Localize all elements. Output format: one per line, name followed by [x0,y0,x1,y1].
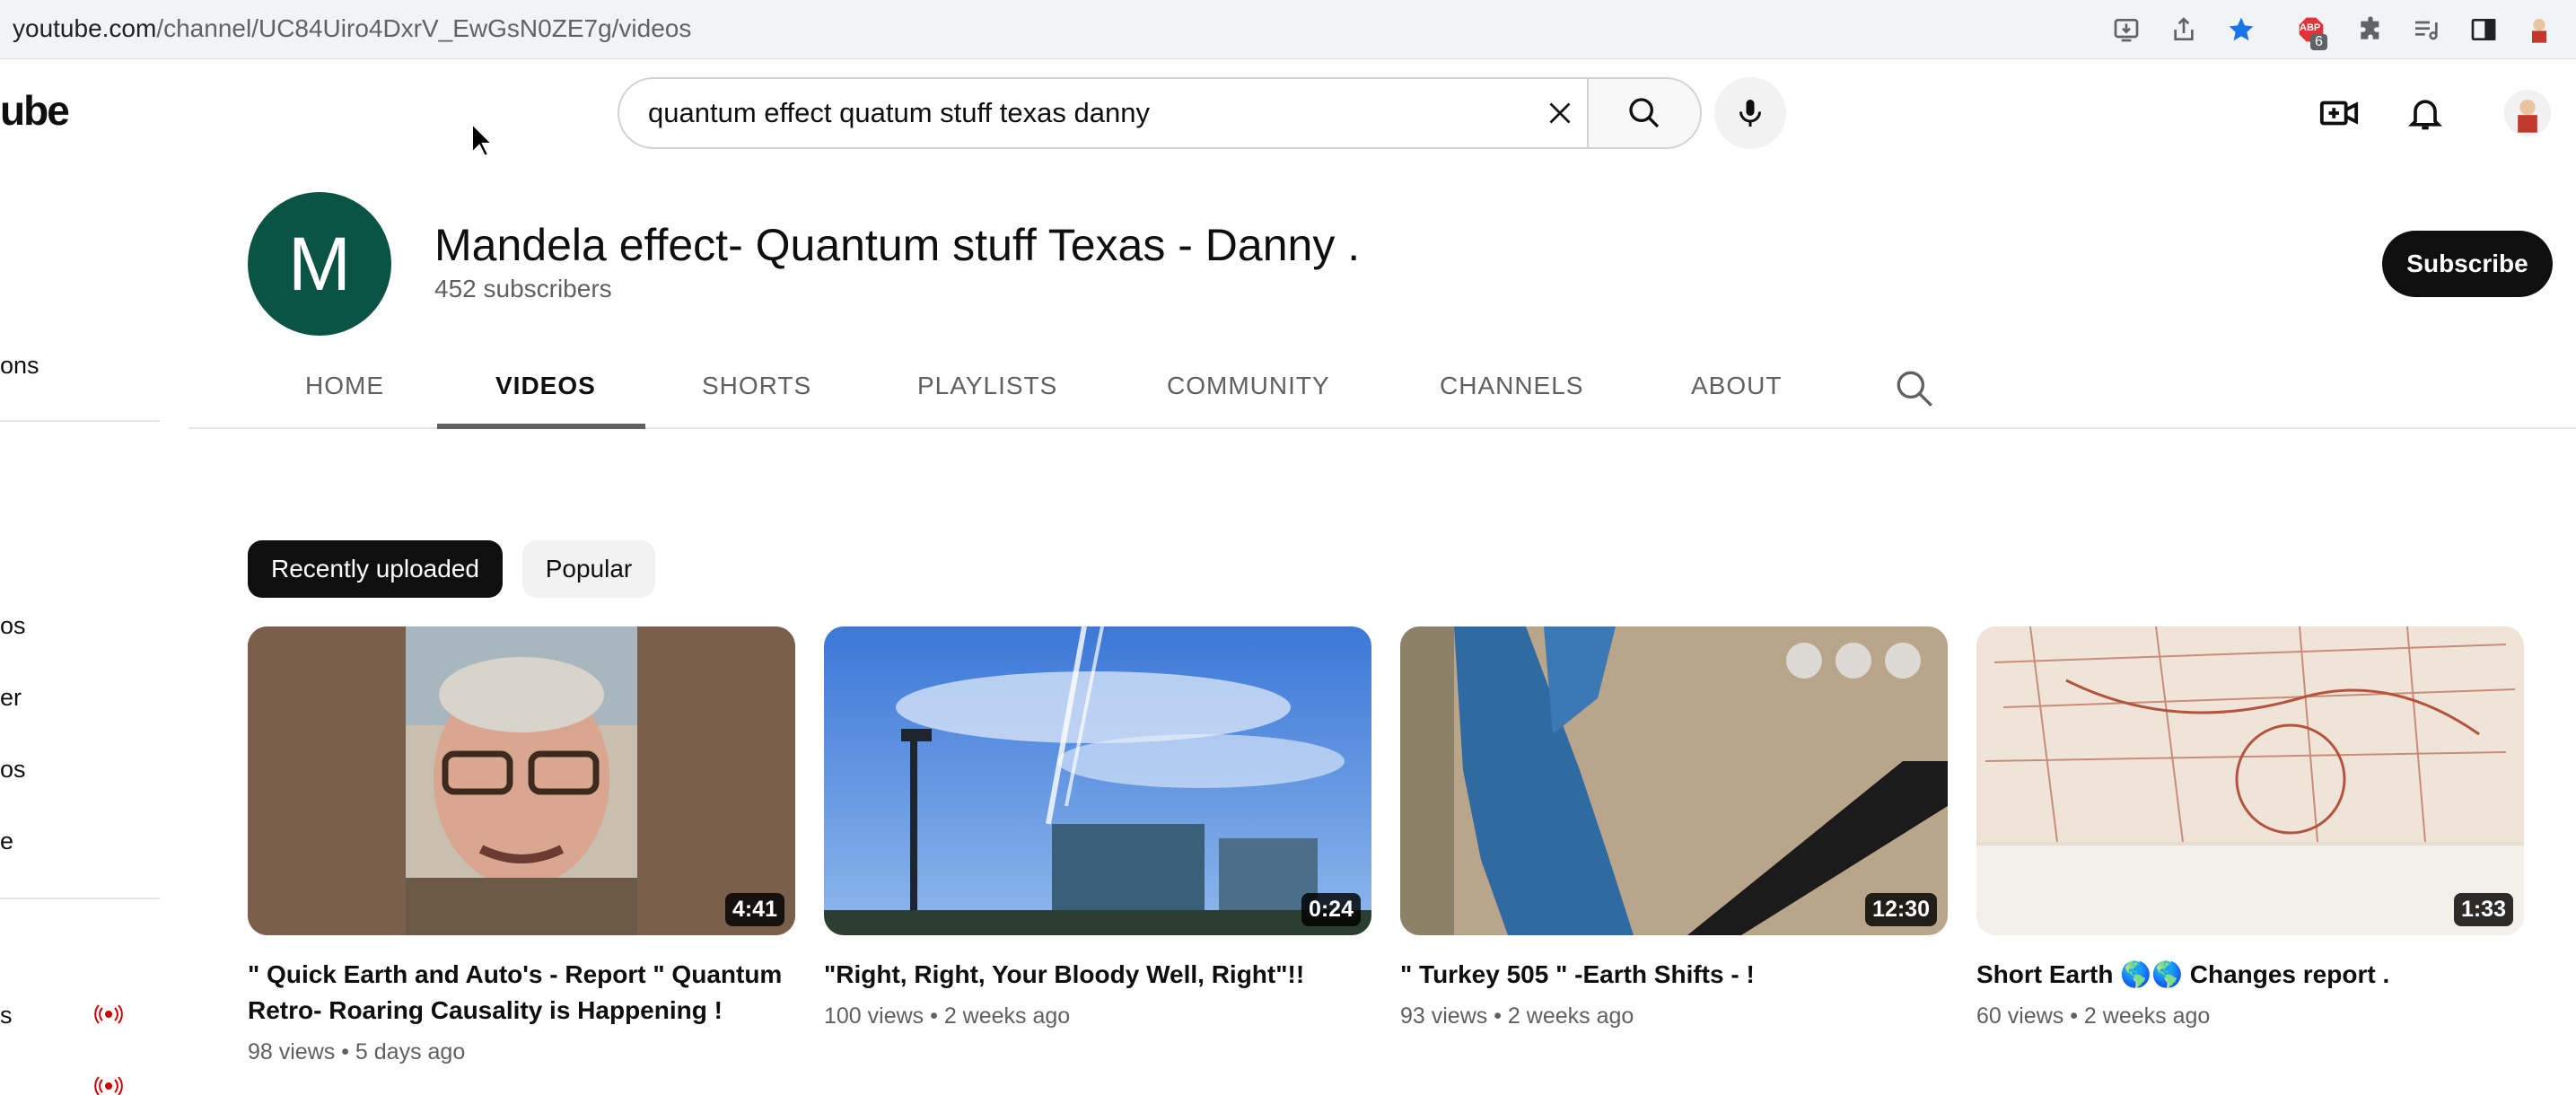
microphone-icon [1739,100,1761,127]
sidebar-item-fragment[interactable]: os [0,756,26,784]
share-icon[interactable] [2167,13,2201,47]
url-field[interactable]: youtube.com/channel/UC84Uiro4DxrV_EwGsN0… [13,14,691,43]
clear-icon[interactable] [1535,88,1585,138]
url-domain: youtube.com [13,14,157,42]
profile-icon[interactable] [2522,13,2556,47]
sidebar-item-fragment[interactable]: ons [0,352,39,380]
chip-recently-uploaded[interactable]: Recently uploaded [248,540,503,598]
thumbnail-image [248,626,795,935]
video-card[interactable]: 4:41 " Quick Earth and Auto's - Report "… [248,626,795,1064]
channel-tabs: HOME VIDEOS SHORTS PLAYLISTS COMMUNITY C… [188,355,2576,429]
thumbnail-image [1976,626,2524,935]
chip-popular[interactable]: Popular [522,540,655,598]
sidebar-divider [0,898,160,899]
subscriber-count: 452 subscribers [434,275,612,302]
video-meta: 100 views • 2 weeks ago [824,1003,1071,1029]
bookmark-star-icon[interactable] [2224,13,2258,47]
video-title[interactable]: Short Earth 🌎🌎 Changes report . [1976,957,2515,993]
channel-avatar[interactable]: M [248,192,391,336]
video-duration: 0:24 [1301,893,1361,926]
notifications-bell-icon[interactable] [2400,88,2450,138]
youtube-masthead: ube [0,63,2576,163]
media-queue-icon[interactable] [2409,13,2443,47]
extensions-puzzle-icon[interactable] [2353,13,2388,47]
sidebar-item-fragment[interactable]: os [0,612,26,640]
subscribe-button[interactable]: Subscribe [2382,231,2553,297]
video-thumbnail[interactable]: 1:33 [1976,626,2524,935]
video-meta: 60 views • 2 weeks ago [1976,1003,2211,1029]
video-age: 5 days ago [355,1039,466,1064]
sidebar-item-fragment[interactable]: e [0,828,13,855]
adblock-label: ABP [2300,22,2321,33]
tab-community[interactable]: COMMUNITY [1167,372,1330,400]
video-duration: 12:30 [1865,893,1937,926]
channel-search-icon[interactable] [1892,366,1937,411]
video-title[interactable]: " Quick Earth and Auto's - Report " Quan… [248,957,786,1029]
tab-home[interactable]: HOME [305,372,384,400]
live-broadcast-icon [94,1004,123,1024]
video-age: 2 weeks ago [943,1003,1071,1029]
video-thumbnail[interactable]: 4:41 [248,626,795,935]
tab-playlists[interactable]: PLAYLISTS [917,372,1057,400]
video-views: 98 views [248,1039,336,1064]
channel-title: Mandela effect- Quantum stuff Texas - Da… [434,220,1361,270]
video-age: 2 weeks ago [1507,1003,1634,1029]
adblock-badge: 6 [2310,34,2327,50]
video-views: 93 views [1400,1003,1488,1029]
sidebar-divider [0,420,160,422]
video-duration: 1:33 [2453,893,2513,926]
tab-videos[interactable]: VIDEOS [495,372,596,400]
video-views: 100 views [824,1003,924,1029]
video-duration: 4:41 [724,893,784,926]
tab-channels[interactable]: CHANNELS [1440,372,1583,400]
video-views: 60 views [1976,1003,2064,1029]
video-title[interactable]: "Right, Right, Your Bloody Well, Right"!… [824,957,1362,993]
live-broadcast-icon [94,1076,123,1095]
mouse-cursor-icon [471,122,494,158]
active-tab-indicator [437,424,645,429]
voice-search-button[interactable] [1714,77,1786,149]
video-title[interactable]: " Turkey 505 " -Earth Shifts - ! [1400,957,1939,993]
install-icon[interactable] [2109,13,2143,47]
browser-address-bar: youtube.com/channel/UC84Uiro4DxrV_EwGsN0… [0,0,2576,59]
account-avatar-icon[interactable] [2502,88,2553,138]
youtube-logo[interactable]: ube [0,86,70,135]
video-age: 2 weeks ago [2083,1003,2211,1029]
thumbnail-image [824,626,1371,935]
sidebar-item-fragment[interactable]: er [0,684,22,712]
video-thumbnail[interactable]: 12:30 [1400,626,1948,935]
video-card[interactable]: 12:30 " Turkey 505 " -Earth Shifts - ! 9… [1400,626,1948,1029]
url-path: /channel/UC84Uiro4DxrV_EwGsN0ZE7g/videos [156,14,692,42]
search-button[interactable] [1587,77,1702,149]
video-thumbnail[interactable]: 0:24 [824,626,1371,935]
search-icon [1629,98,1660,128]
adblock-icon[interactable]: ABP 6 [2294,13,2328,50]
video-card[interactable]: 0:24 "Right, Right, Your Bloody Well, Ri… [824,626,1371,1029]
tab-about[interactable]: ABOUT [1691,372,1782,400]
thumbnail-image [1400,626,1948,935]
video-meta: 98 views • 5 days ago [248,1039,466,1064]
search-input[interactable] [648,79,1474,147]
create-video-icon[interactable] [2314,88,2364,138]
video-card[interactable]: 1:33 Short Earth 🌎🌎 Changes report . 60 … [1976,626,2524,1029]
tab-shorts[interactable]: SHORTS [702,372,811,400]
side-panel-icon[interactable] [2466,13,2501,47]
search-box[interactable] [618,77,1589,149]
sidebar-item-fragment[interactable]: s [0,1002,13,1029]
video-meta: 93 views • 2 weeks ago [1400,1003,1634,1029]
